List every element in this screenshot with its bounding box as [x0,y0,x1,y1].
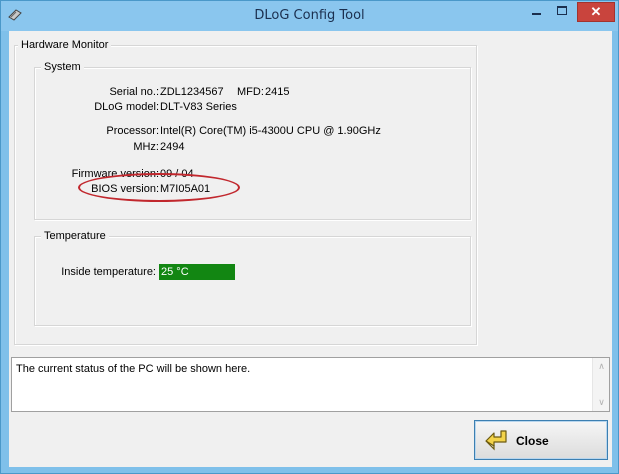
processor-label: Processor: [106,125,159,137]
maximize-button[interactable] [549,2,575,22]
mfd-label: MFD: [237,86,264,98]
close-x-icon: ✕ [590,4,602,19]
client-area: Hardware Monitor System Temperature Seri… [9,31,612,467]
close-button-label: Close [516,434,549,448]
hardware-monitor-legend: Hardware Monitor [18,39,112,51]
serial-value: ZDL1234567 [160,86,224,98]
status-scrollbar[interactable]: ∧ ∨ [592,358,609,411]
status-box[interactable]: The current status of the PC will be sho… [11,357,610,412]
mhz-value: 2494 [160,141,185,153]
exit-arrow-icon [485,430,507,451]
status-text: The current status of the PC will be sho… [16,363,251,375]
maximize-icon [557,6,567,15]
scroll-down-icon[interactable]: ∨ [593,394,610,411]
temperature-legend: Temperature [41,230,109,242]
temperature-group: Temperature [34,230,471,326]
scroll-up-icon[interactable]: ∧ [593,358,610,375]
minimize-icon [532,13,541,15]
processor-value: Intel(R) Core(TM) i5-4300U CPU @ 1.90GHz [160,125,381,137]
mhz-label: MHz: [133,141,159,153]
close-button[interactable]: Close [474,420,608,460]
title-bar[interactable]: DLoG Config Tool ✕ [1,1,618,31]
bios-highlight-ellipse [78,173,240,202]
system-legend: System [41,61,84,73]
serial-label: Serial no.: [109,86,159,98]
inside-temperature-value: 25 °C [159,264,235,280]
app-window: DLoG Config Tool ✕ Hardware Monitor Syst… [0,0,619,474]
model-value: DLT-V83 Series [160,101,237,113]
inside-temperature-label: Inside temperature: [61,266,156,278]
mfd-value: 2415 [265,86,290,98]
minimize-button[interactable] [523,2,549,22]
model-label: DLoG model: [94,101,159,113]
window-close-button[interactable]: ✕ [577,2,615,22]
